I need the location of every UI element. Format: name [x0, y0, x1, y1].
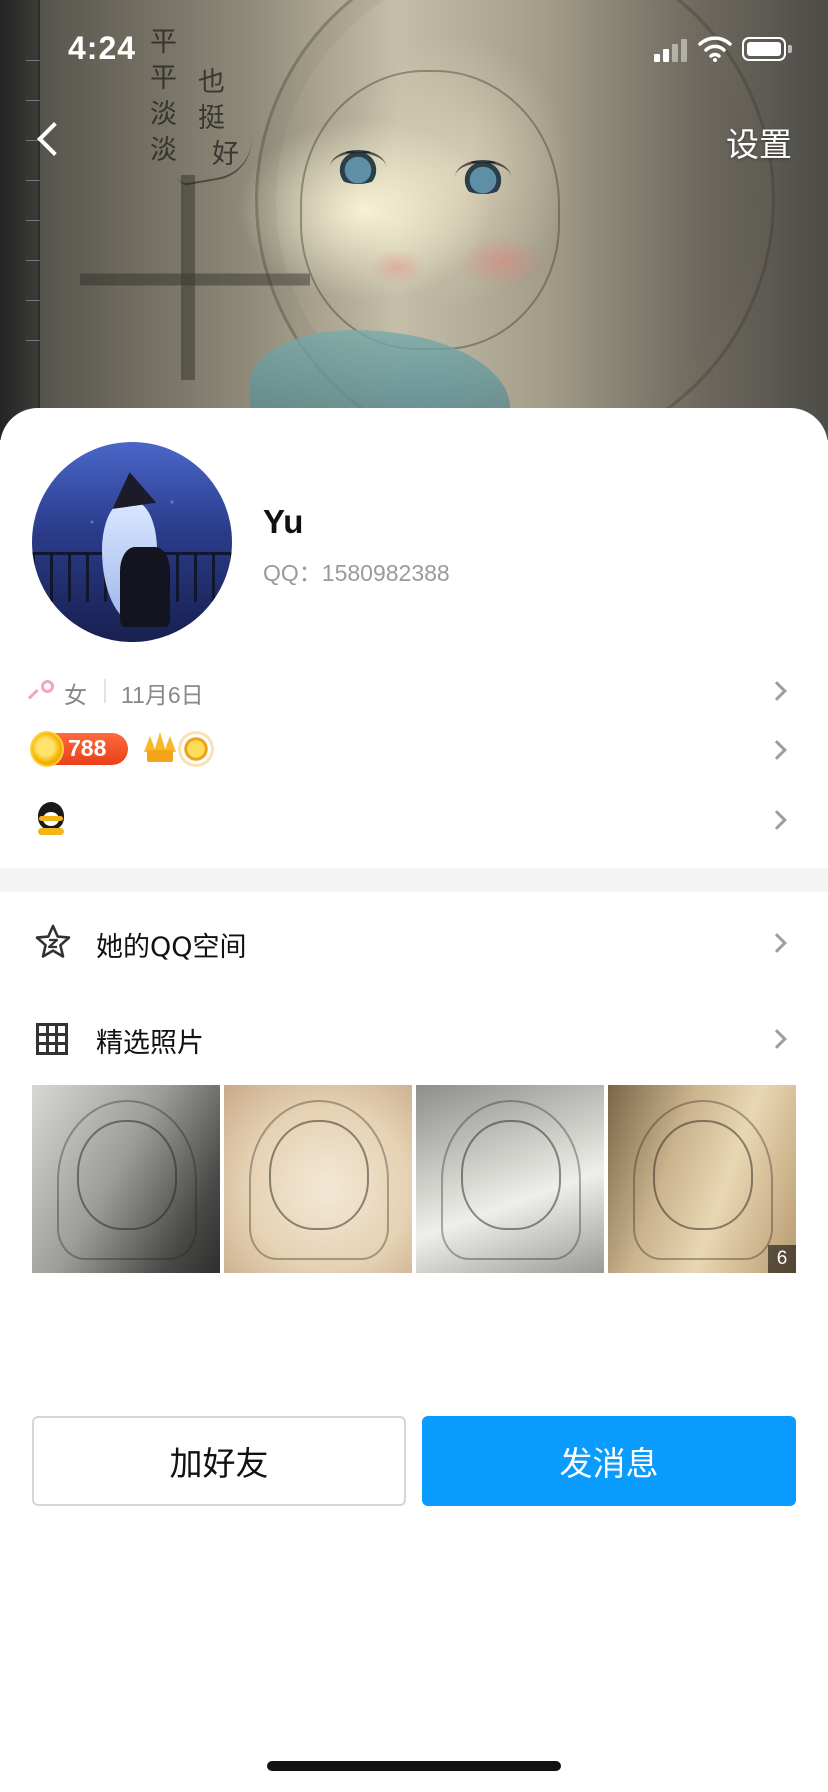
illustration-eye	[330, 150, 386, 184]
basic-info-row[interactable]: 女 11月6日	[0, 663, 828, 719]
coin-icon	[30, 731, 64, 767]
profile-name: Yu	[263, 503, 304, 540]
avatar[interactable]	[32, 442, 232, 642]
chevron-right-icon	[767, 681, 787, 701]
settings-button[interactable]: 设置	[726, 118, 792, 166]
qzone-label: 她的QQ空间	[96, 932, 247, 963]
photo-thumbnail[interactable]	[416, 1085, 604, 1273]
home-indicator	[267, 1761, 561, 1771]
featured-photos-label: 精选照片	[96, 1028, 204, 1059]
grid-icon	[36, 1023, 68, 1055]
qq-features-row[interactable]	[0, 792, 828, 848]
coin-level-value: 788	[68, 735, 107, 761]
photo-thumbnail[interactable]: 6	[608, 1085, 796, 1273]
status-bar: 4:24	[0, 0, 828, 90]
back-button[interactable]	[30, 118, 70, 162]
photo-count-badge: 6	[768, 1245, 796, 1273]
illustration-face	[300, 70, 560, 350]
section-divider	[0, 868, 828, 892]
featured-photos-row[interactable]: 精选照片	[0, 1001, 828, 1077]
status-time: 4:24	[68, 30, 137, 66]
profile-card: Yu QQ：1580982388 女 11月6日 788 她的QQ空间 精选照片…	[0, 408, 828, 1792]
chevron-right-icon	[767, 933, 787, 953]
add-friend-button[interactable]: 加好友	[32, 1416, 406, 1506]
photo-thumbnail[interactable]	[32, 1085, 220, 1273]
gender-label: 女	[64, 683, 87, 709]
female-icon	[27, 680, 54, 702]
sun-icon	[181, 734, 211, 764]
illustration-eye	[455, 160, 511, 194]
photo-strip: 6	[32, 1085, 796, 1273]
qq-penguin-icon	[36, 802, 66, 836]
level-badges-row[interactable]: 788	[0, 722, 828, 778]
photo-thumbnail[interactable]	[224, 1085, 412, 1273]
crown-icon	[144, 732, 176, 762]
chevron-right-icon	[767, 810, 787, 830]
qq-number: QQ：1580982388	[263, 560, 450, 586]
send-message-button[interactable]: 发消息	[422, 1416, 796, 1506]
chevron-right-icon	[767, 740, 787, 760]
battery-icon	[742, 37, 792, 61]
chevron-right-icon	[767, 1029, 787, 1049]
cellular-signal-icon	[654, 38, 690, 62]
divider	[104, 679, 106, 703]
qzone-row[interactable]: 她的QQ空间	[0, 905, 828, 981]
wifi-icon	[698, 36, 732, 62]
birthday-label: 11月6日	[121, 682, 204, 708]
star-icon	[35, 924, 71, 958]
coin-level-badge: 788	[30, 731, 128, 767]
